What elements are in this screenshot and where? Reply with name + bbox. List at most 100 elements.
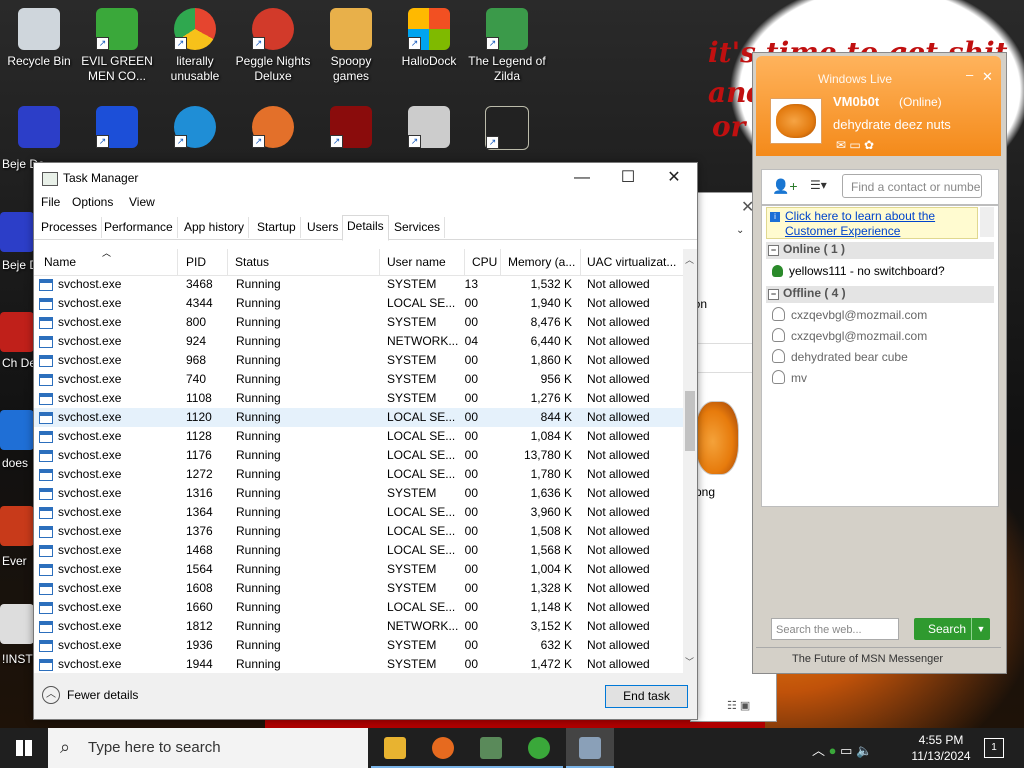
col-name[interactable]: Name (44, 255, 76, 269)
table-row[interactable]: svchost.exe 3468 Running SYSTEM 13 1,532 K Not… (34, 275, 684, 294)
table-row[interactable]: svchost.exe 1564 Running SYSTEM 00 1,004 K Not… (34, 560, 684, 579)
desktop-icon-left-1[interactable] (0, 212, 34, 252)
system-tray[interactable]: ︿ ● ▭ 🔈 (812, 740, 872, 759)
msn-tray-icon[interactable]: ● (829, 743, 837, 758)
chevron-down-icon[interactable]: ▼ (971, 618, 990, 640)
taskbar-search[interactable]: ⌕ Type here to search (48, 728, 368, 768)
desktop-icon-yashma[interactable]: ↗ (468, 106, 546, 154)
pumpkin-thumbnail[interactable] (695, 401, 739, 475)
table-row[interactable]: svchost.exe 1128 Running LOCAL SE... 00 1,084… (34, 427, 684, 446)
banner-scrollbar[interactable] (980, 207, 994, 237)
add-contact-icon[interactable]: 👤+ (772, 178, 798, 195)
personal-message[interactable]: dehydrate deez nuts (833, 117, 951, 132)
tab-services[interactable]: Services (390, 217, 446, 238)
desktop-icon-mpl[interactable]: ↗ (78, 106, 156, 152)
table-row[interactable]: svchost.exe 1608 Running SYSTEM 00 1,328 K Not… (34, 579, 684, 598)
network-icon[interactable]: ▭ (840, 743, 852, 758)
desktop-icon-recycle-bin[interactable]: Recycle Bin (0, 8, 78, 69)
taskbar-firefox[interactable] (419, 728, 467, 768)
desktop-icon-evil-green-men[interactable]: ↗ EVIL GREEN MEN CO... (78, 8, 156, 84)
contact-offline[interactable]: cxzqevbgl@mozmail.com (772, 307, 927, 322)
desktop-icon-flash[interactable]: ↗ (312, 106, 390, 152)
table-row[interactable]: svchost.exe 1316 Running SYSTEM 00 1,636 K Not… (34, 484, 684, 503)
table-row[interactable]: svchost.exe 1936 Running SYSTEM 00 632 K Not a… (34, 636, 684, 655)
taskbar-task-manager[interactable] (566, 728, 614, 768)
status-selector[interactable]: (Online) (899, 95, 942, 109)
scrollbar-thumb[interactable] (685, 391, 695, 451)
table-row[interactable]: svchost.exe 800 Running SYSTEM 00 8,476 K Not … (34, 313, 684, 332)
contact-offline[interactable]: cxzqevbgl@mozmail.com (772, 328, 927, 343)
minimize-button[interactable]: — (559, 163, 605, 192)
customer-experience-link[interactable]: Click here to learn about the Customer E… (785, 209, 975, 239)
table-row[interactable]: svchost.exe 968 Running SYSTEM 00 1,860 K Not … (34, 351, 684, 370)
desktop-icon-left-5[interactable] (0, 604, 34, 644)
desktop-icon-edge[interactable]: ↗ (156, 106, 234, 152)
table-row[interactable]: svchost.exe 1944 Running SYSTEM 00 1,472 K Not… (34, 655, 684, 673)
desktop-icon-legend-of-zilda[interactable]: ↗ The Legend of Zilda (468, 8, 546, 84)
find-contact-input[interactable]: Find a contact or number (842, 174, 982, 198)
table-row[interactable]: svchost.exe 1812 Running NETWORK... 00 3,152 … (34, 617, 684, 636)
desktop-icon-left-2[interactable] (0, 312, 34, 352)
table-row[interactable]: svchost.exe 1660 Running LOCAL SE... 00 1,148… (34, 598, 684, 617)
group-online[interactable]: − Online ( 1 ) (766, 242, 994, 259)
col-user-name[interactable]: User name (387, 255, 446, 269)
desktop-icon-peggle-nights[interactable]: ↗ Peggle Nights Deluxe (234, 8, 312, 84)
list-options-icon[interactable]: ☰▾ (810, 178, 827, 192)
display-name[interactable]: VM0b0t (833, 94, 879, 109)
table-row[interactable]: svchost.exe 4344 Running LOCAL SE... 00 1,940… (34, 294, 684, 313)
table-row[interactable]: svchost.exe 1176 Running LOCAL SE... 00 13,78… (34, 446, 684, 465)
scroll-up-icon[interactable]: ︿ (685, 253, 694, 266)
tab-app-history[interactable]: App history (180, 217, 250, 238)
taskbar-control-panel[interactable] (467, 728, 515, 768)
notification-center-icon[interactable]: 1 (984, 738, 1004, 758)
menu-file[interactable]: File (41, 195, 60, 209)
view-toggle-icon[interactable]: ☷ ▣ (727, 699, 750, 712)
close-button[interactable]: ✕ (651, 163, 697, 192)
col-memory[interactable]: Memory (a... (508, 255, 575, 269)
tab-users[interactable]: Users (303, 217, 344, 238)
minimize-button[interactable]: – (966, 67, 973, 82)
chevron-down-icon[interactable]: ⌄ (736, 225, 744, 236)
tab-performance[interactable]: Performance (100, 217, 178, 238)
messenger-window[interactable]: Windows Live – ✕ VM0b0t (Online) dehydra… (752, 52, 1007, 674)
desktop-icon-chrome[interactable]: ↗ literally unusable (156, 8, 234, 84)
col-uac[interactable]: UAC virtualizat... (587, 255, 676, 269)
scroll-down-icon[interactable]: ﹀ (685, 655, 694, 668)
task-manager-window[interactable]: Task Manager — ☐ ✕ File Options View Pro… (33, 162, 698, 720)
table-row[interactable]: svchost.exe 924 Running NETWORK... 04 6,440 K… (34, 332, 684, 351)
mail-icon[interactable]: ✉ ▭ ✿ (836, 138, 874, 152)
desktop-icon-peggle-world[interactable]: ↗ (234, 106, 312, 152)
col-pid[interactable]: PID (186, 255, 206, 269)
desktop-icon-left-4[interactable] (0, 506, 34, 546)
close-button[interactable]: ✕ (982, 69, 993, 85)
tab-details[interactable]: Details (342, 215, 389, 241)
table-row[interactable]: svchost.exe 1108 Running SYSTEM 00 1,276 K Not… (34, 389, 684, 408)
contact-offline[interactable]: dehydrated bear cube (772, 349, 908, 364)
web-search-input[interactable]: Search the web... (771, 618, 899, 640)
title-bar[interactable]: Task Manager — ☐ ✕ (34, 163, 697, 192)
maximize-button[interactable]: ☐ (605, 163, 651, 192)
menu-view[interactable]: View (129, 195, 155, 209)
table-row[interactable]: svchost.exe 1272 Running LOCAL SE... 00 1,780… (34, 465, 684, 484)
desktop-icon-bejeweled[interactable] (0, 106, 78, 152)
col-status[interactable]: Status (235, 255, 269, 269)
desktop-icon-left-3[interactable] (0, 410, 34, 450)
table-row[interactable]: svchost.exe 1120 Running LOCAL SE... 00 844 K… (34, 408, 684, 427)
menu-options[interactable]: Options (72, 195, 113, 209)
table-row[interactable]: svchost.exe 1468 Running LOCAL SE... 00 1,568… (34, 541, 684, 560)
table-row[interactable]: svchost.exe 1376 Running LOCAL SE... 00 1,508… (34, 522, 684, 541)
desktop-icon-hallodock[interactable]: ↗ HalloDock (390, 8, 468, 69)
tab-processes[interactable]: Processes (37, 217, 103, 238)
contact-online[interactable]: yellows111 - no switchboard? (772, 264, 945, 278)
vertical-scrollbar[interactable]: ︿ ﹀ (683, 249, 697, 673)
tab-startup[interactable]: Startup (253, 217, 301, 238)
volume-icon[interactable]: 🔈 (856, 743, 872, 758)
desktop-icon-rdp[interactable]: ↗ (390, 106, 468, 152)
taskbar-file-explorer[interactable] (371, 728, 419, 768)
desktop-icon-spoopy-games[interactable]: Spoopy games (312, 8, 390, 84)
group-offline[interactable]: − Offline ( 4 ) (766, 286, 994, 303)
table-row[interactable]: svchost.exe 740 Running SYSTEM 00 956 K Not al… (34, 370, 684, 389)
taskbar-msn-messenger[interactable] (515, 728, 563, 768)
table-row[interactable]: svchost.exe 1364 Running LOCAL SE... 00 3,960… (34, 503, 684, 522)
avatar[interactable] (770, 98, 822, 144)
